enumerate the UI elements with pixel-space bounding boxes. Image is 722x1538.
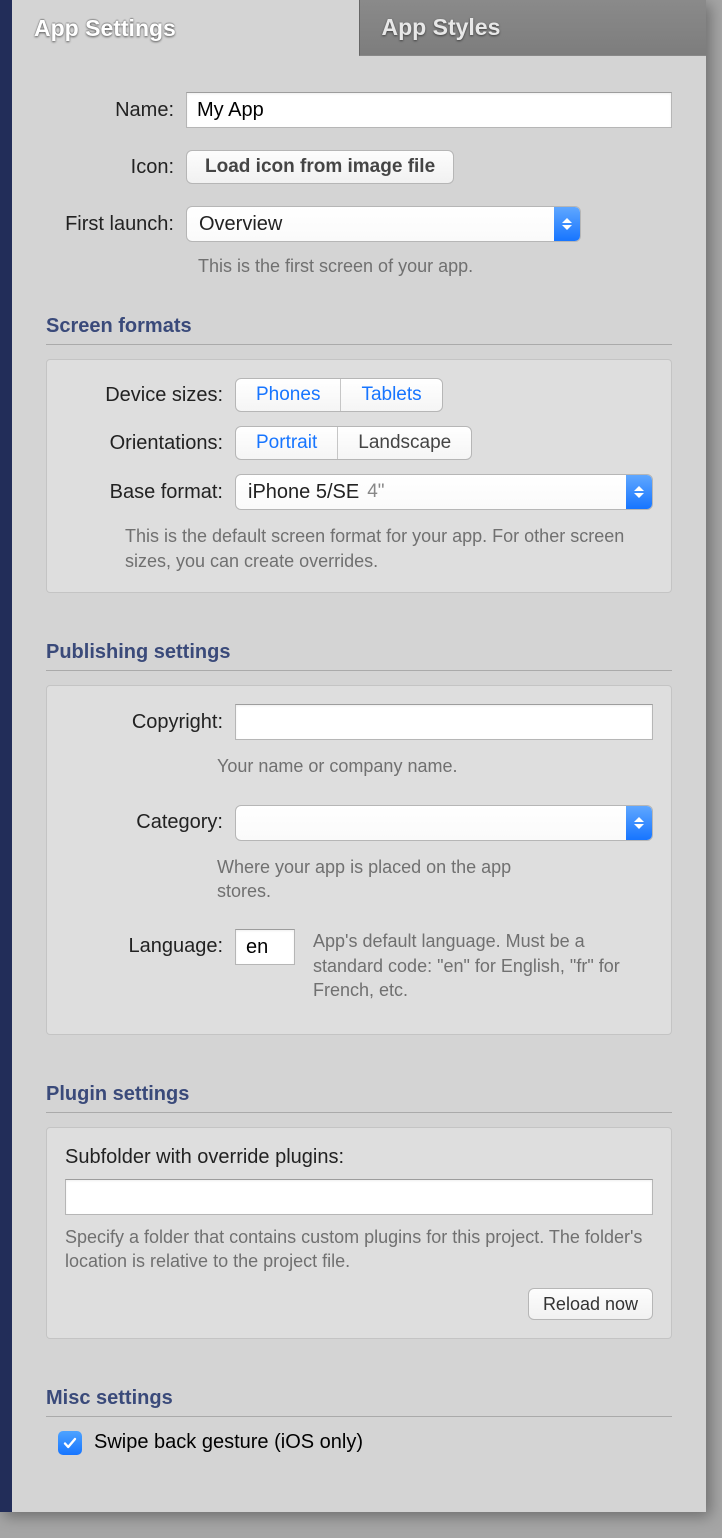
publishing-panel: Copyright: Your name or company name. Ca… — [46, 685, 672, 1035]
reload-now-button[interactable]: Reload now — [528, 1288, 653, 1320]
divider — [46, 670, 672, 671]
seg-landscape[interactable]: Landscape — [338, 427, 471, 459]
category-select[interactable] — [235, 805, 653, 841]
tab-app-settings[interactable]: App Settings — [12, 0, 359, 56]
plugin-subfolder-label: Subfolder with override plugins: — [65, 1146, 653, 1169]
first-launch-hint: This is the first screen of your app. — [198, 256, 672, 277]
swipe-back-label: Swipe back gesture (iOS only) — [94, 1431, 363, 1454]
divider — [46, 1416, 672, 1417]
tab-bar: App Settings App Styles — [12, 0, 706, 56]
language-hint: App's default language. Must be a standa… — [313, 929, 653, 1002]
content-area: Name: Icon: Load icon from image file Fi… — [12, 56, 706, 1465]
device-sizes-label: Device sizes: — [65, 384, 235, 407]
orientations-label: Orientations: — [65, 432, 235, 455]
language-input[interactable] — [235, 929, 295, 965]
seg-tablets[interactable]: Tablets — [341, 379, 441, 411]
screen-formats-hint: This is the default screen format for yo… — [125, 524, 653, 574]
divider — [46, 344, 672, 345]
name-label: Name: — [46, 99, 186, 122]
copyright-label: Copyright: — [65, 711, 235, 734]
first-launch-label: First launch: — [46, 213, 186, 236]
updown-icon — [626, 806, 652, 840]
check-icon — [62, 1435, 78, 1451]
load-icon-button[interactable]: Load icon from image file — [186, 150, 454, 184]
divider — [46, 1112, 672, 1113]
plugin-panel: Subfolder with override plugins: Specify… — [46, 1127, 672, 1339]
base-format-primary: iPhone 5/SE — [248, 481, 359, 504]
first-launch-value: Overview — [199, 213, 282, 236]
misc-title: Misc settings — [46, 1387, 672, 1410]
seg-phones[interactable]: Phones — [236, 379, 341, 411]
name-input[interactable] — [186, 92, 672, 128]
language-label: Language: — [65, 929, 235, 958]
first-launch-select[interactable]: Overview — [186, 206, 581, 242]
copyright-hint: Your name or company name. — [217, 754, 653, 778]
category-label: Category: — [65, 811, 235, 834]
base-format-label: Base format: — [65, 481, 235, 504]
app-settings-window: App Settings App Styles Name: Icon: Load… — [0, 0, 706, 1512]
updown-icon — [626, 475, 652, 509]
orientations-segmented: Portrait Landscape — [235, 426, 472, 460]
publishing-title: Publishing settings — [46, 641, 672, 664]
icon-label: Icon: — [46, 156, 186, 179]
seg-portrait[interactable]: Portrait — [236, 427, 338, 459]
copyright-input[interactable] — [235, 704, 653, 740]
plugin-title: Plugin settings — [46, 1083, 672, 1106]
device-sizes-segmented: Phones Tablets — [235, 378, 443, 412]
category-hint: Where your app is placed on the app stor… — [217, 855, 557, 904]
base-format-secondary: 4" — [367, 481, 384, 503]
swipe-back-checkbox[interactable] — [58, 1431, 82, 1455]
base-format-select[interactable]: iPhone 5/SE 4" — [235, 474, 653, 510]
plugin-hint: Specify a folder that contains custom pl… — [65, 1225, 653, 1274]
screen-formats-title: Screen formats — [46, 315, 672, 338]
plugin-subfolder-input[interactable] — [65, 1179, 653, 1215]
updown-icon — [554, 207, 580, 241]
screen-formats-panel: Device sizes: Phones Tablets Orientation… — [46, 359, 672, 593]
tab-app-styles[interactable]: App Styles — [359, 0, 707, 56]
